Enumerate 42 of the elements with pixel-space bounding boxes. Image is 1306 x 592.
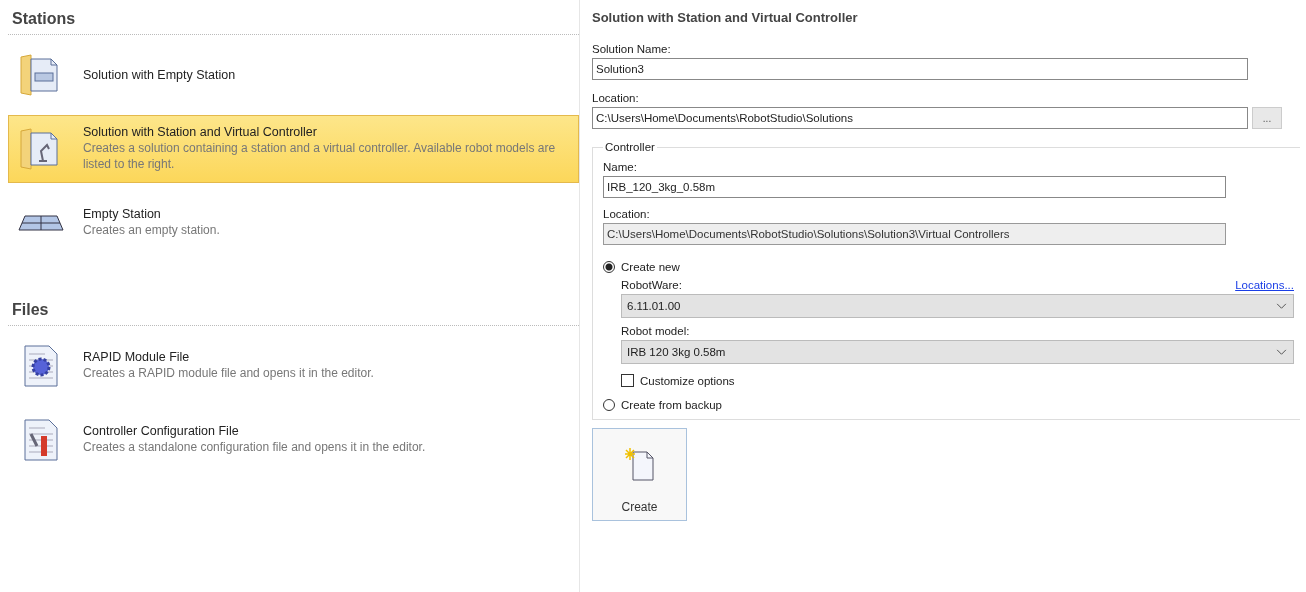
panel-title: Solution with Station and Virtual Controller <box>592 10 859 25</box>
radio-button[interactable] <box>603 261 615 273</box>
field-label: Robot model: <box>621 325 691 337</box>
template-item[interactable]: RAPID Module File Creates a RAPID module file and opens it in the editor. <box>8 332 579 400</box>
item-title: Solution with Station and Virtual Controller <box>83 125 318 140</box>
template-item[interactable]: Solution with Station and Virtual Controller Creates a solution containing a station and a virtual controller. Available robot models are listed to the right. <box>8 115 579 183</box>
template-item[interactable]: Empty Station Creates an empty station. <box>8 189 579 257</box>
field-label: RobotWare: <box>621 279 682 291</box>
radio-button[interactable] <box>603 399 615 411</box>
solution-name-field[interactable]: Solution3 <box>592 58 1248 80</box>
location-field[interactable]: C:\Users\Home\Documents\RobotStudio\Solutions <box>592 107 1248 129</box>
item-description: Creates a solution containing a station and a virtual controller. Available robot models are listed to the right. <box>83 141 557 173</box>
floor-grid-icon <box>17 214 65 232</box>
create-button[interactable]: Create <box>592 428 687 521</box>
item-title: Empty Station <box>83 207 162 222</box>
robot-model-dropdown[interactable]: IRB 120 3kg 0.58m <box>621 340 1294 364</box>
template-item[interactable]: Solution with Empty Station <box>8 41 579 109</box>
checkbox-label: Customize options <box>640 374 735 387</box>
locations-link[interactable]: Locations... <box>1235 279 1294 291</box>
new-document-icon <box>624 447 655 482</box>
radio-label: Create from backup <box>621 399 722 411</box>
controller-name-field[interactable]: IRB_120_3kg_0.58m <box>603 176 1226 198</box>
field-label: Name: <box>603 161 638 173</box>
group-legend: Controller <box>603 141 657 153</box>
radio-label: Create new <box>621 261 680 273</box>
chevron-down-icon <box>1276 302 1287 310</box>
section-heading: Stations <box>8 6 579 35</box>
field-label: Solution Name: <box>592 43 672 55</box>
item-description: Creates an empty station. <box>83 223 220 239</box>
item-title: Controller Configuration File <box>83 424 240 439</box>
section-heading: Files <box>8 297 579 326</box>
checkbox[interactable] <box>621 374 634 387</box>
template-item[interactable]: Controller Configuration File Creates a standalone configuration file and opens it in the editor. <box>8 406 579 474</box>
chevron-down-icon <box>1276 348 1287 356</box>
item-title: RAPID Module File <box>83 350 191 365</box>
field-label: Location: <box>592 92 640 104</box>
item-description: Creates a standalone configuration file and opens it in the editor. <box>83 440 426 456</box>
browse-button[interactable]: ... <box>1252 107 1282 129</box>
item-description: Creates a RAPID module file and opens it in the editor. <box>83 366 374 382</box>
field-label: Location: <box>603 208 651 220</box>
item-title: Solution with Empty Station <box>83 68 236 82</box>
robotware-dropdown[interactable]: 6.11.01.00 <box>621 294 1294 318</box>
